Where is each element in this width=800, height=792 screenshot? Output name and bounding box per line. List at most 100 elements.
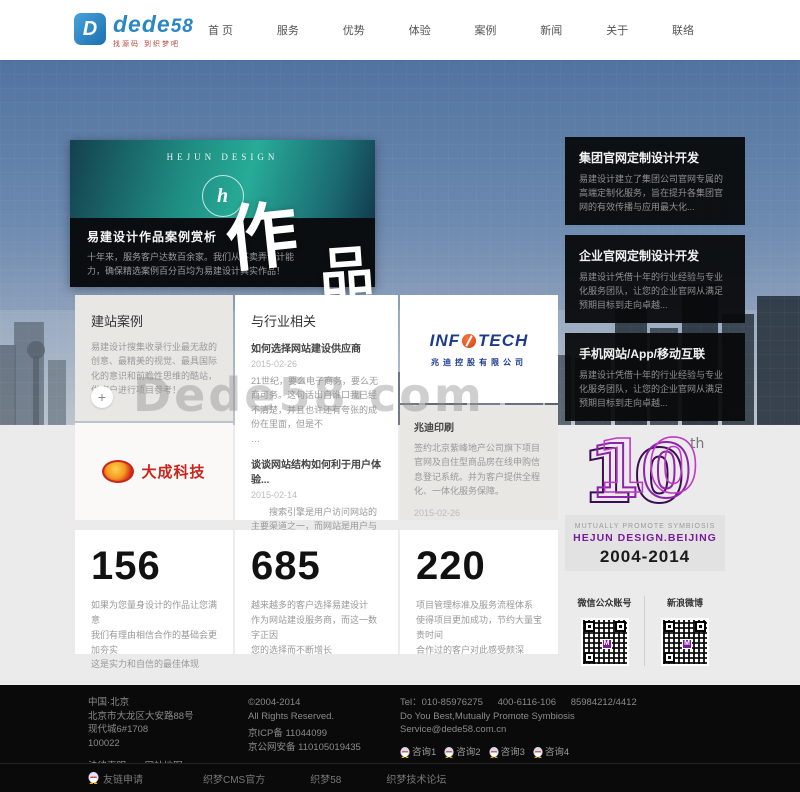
signing-news-card: 兆迪印刷 签约北京紫峰地产公司旗下项目官网及自住型商品房在线申购信息登记系统。并… xyxy=(400,405,558,520)
stat-line: 合作过的客户对此感受颇深 xyxy=(416,643,542,658)
nav-item-experience[interactable]: 体验 xyxy=(409,22,431,38)
anniversary-brand: HEJUN DESIGN.BEIJING xyxy=(565,532,725,544)
tel-number: Tel：010-85976275 xyxy=(400,697,483,708)
anniversary-slogan: MUTUALLY PROMOTE SYMBIOSIS xyxy=(565,523,725,530)
icp-line[interactable]: 京ICP备 11044099 xyxy=(248,727,361,741)
featured-title[interactable]: 易建设计作品案例赏析 xyxy=(87,228,358,245)
dede-tech-forum-link[interactable]: 织梦技术论坛 xyxy=(386,771,446,786)
service-panel-group-site[interactable]: 集团官网定制设计开发 易建设计建立了集团公司官网专属的高端定制化服务，旨在提升各… xyxy=(565,137,745,225)
signing-desc: 签约北京紫峰地产公司旗下项目官网及自住型商品房在线申购信息登记系统。并为客户提供… xyxy=(414,441,544,499)
wechat-qr-block: 微信公众账号 M xyxy=(565,596,645,666)
signing-date: 2015-02-26 xyxy=(414,508,544,518)
panel-title: 集团官网定制设计开发 xyxy=(579,149,731,166)
featured-caption: 易建设计作品案例赏析 十年来，服务客户达数百余家。我们从不卖弄设计能力，确保精选… xyxy=(70,218,375,287)
nav-item-home[interactable]: 首 页 xyxy=(208,22,233,38)
signing-title[interactable]: 兆迪印刷 xyxy=(414,419,544,434)
panel-title: 手机网站/App/移动互联 xyxy=(579,345,731,362)
cases-more-button[interactable]: + xyxy=(91,386,113,408)
tel-line: Tel：010-85976275 400-6116-106 85984212/4… xyxy=(400,696,649,710)
consult-label: 咨询2 xyxy=(456,746,480,760)
featured-showcase-card[interactable]: HEJUN DESIGN h 作 品 易建设计作品案例赏析 十年来，服务客户达数… xyxy=(70,140,375,287)
news-section-title: 与行业相关 xyxy=(251,311,382,330)
friend-link-apply[interactable]: 友链申请 xyxy=(88,771,143,786)
stat-line: 如果为您量身设计的作品让您满意 xyxy=(91,598,217,628)
qq-consult-row: 咨询1 咨询2 咨询3 咨询4 xyxy=(400,746,649,760)
news-headline[interactable]: 如何选择网站建设供应商 xyxy=(251,340,382,355)
stat-line: 使得项目更加成功，节约大量宝贵时间 xyxy=(416,613,542,643)
featured-cover: HEJUN DESIGN h xyxy=(70,140,375,218)
news-ellipsis: … xyxy=(251,434,382,444)
infotech-part2: TECH xyxy=(478,331,528,351)
qq-penguin-icon xyxy=(88,772,99,784)
stat-value: 685 xyxy=(251,546,382,586)
stat-value: 156 xyxy=(91,546,217,586)
dedecms-official-link[interactable]: 织梦CMS官方 xyxy=(203,771,265,786)
client-logo-infotech[interactable]: INF TECH 兆迪控股有限公司 xyxy=(400,295,558,403)
infotech-circle-icon xyxy=(462,334,476,348)
stat-line: 这是实力和自信的最佳体现 xyxy=(91,657,217,672)
stat-card-works: 156 如果为您量身设计的作品让您满意 我们有理由相信合作的基础会更加夯实 这是… xyxy=(75,530,233,654)
panel-desc: 易建设计建立了集团公司官网专属的高端定制化服务，旨在提升各集团官网的有效传播与应… xyxy=(579,173,731,215)
qr-section: 微信公众账号 M 新浪微博 M xyxy=(565,596,725,666)
news-headline[interactable]: 谈谈网站结构如何利于用户体验... xyxy=(251,456,382,486)
consult-label: 咨询3 xyxy=(501,746,525,760)
weibo-label: 新浪微博 xyxy=(667,596,703,609)
qq-penguin-icon xyxy=(489,747,499,758)
qq-penguin-icon xyxy=(400,747,410,758)
page: D dede58 找源码 到织梦吧 首 页 服务 优势 体验 案例 新闻 关于 … xyxy=(0,0,800,792)
logo-name-b: 58 xyxy=(171,16,194,37)
news-date: 2015-02-26 xyxy=(251,359,382,369)
hejun-circle-logo-icon: h xyxy=(202,175,244,217)
dacheng-logo: 大成科技 xyxy=(102,460,205,483)
nav-item-contact[interactable]: 联络 xyxy=(672,22,694,38)
footer-slogan: Do You Best,Mutually Promote Symbiosis xyxy=(400,710,649,724)
infotech-logo: INF TECH xyxy=(430,331,529,351)
panel-title: 企业官网定制设计开发 xyxy=(579,247,731,264)
copyright-line: All Rights Reserved. xyxy=(248,710,361,724)
nav-item-services[interactable]: 服务 xyxy=(277,22,299,38)
featured-desc: 十年来，服务客户达数百余家。我们从不卖弄设计能力，确保精选案例百分百均为易建设计… xyxy=(87,251,302,279)
panel-desc: 易建设计凭借十年的行业经验与专业化服务团队，让您的企业官网从满足预期目标到走向卓… xyxy=(579,271,731,313)
logo-text: dede58 找源码 到织梦吧 xyxy=(113,13,194,49)
qr-center-logo: M xyxy=(682,639,692,649)
stat-card-projects: 220 项目管理标准及服务流程体系 使得项目更加成功，节约大量宝贵时间 合作过的… xyxy=(400,530,558,654)
anniv-number-outline: 10 xyxy=(596,426,699,510)
cases-title: 建站案例 xyxy=(91,311,217,330)
footer-email[interactable]: Service@dede58.com.cn xyxy=(400,723,649,737)
stat-card-clients: 685 越来越多的客户选择易建设计 作为网站建设服务商，而这一数字正因 您的选择… xyxy=(235,530,398,654)
qq-consult-4[interactable]: 咨询4 xyxy=(533,746,569,760)
hejun-glyph: h xyxy=(217,185,228,208)
weibo-qr-block: 新浪微博 M xyxy=(645,596,725,666)
infotech-part1: INF xyxy=(430,331,460,351)
tel-number: 400-6116-106 xyxy=(498,697,556,708)
client-logo-dacheng[interactable]: 大成科技 xyxy=(75,423,233,520)
service-panel-mobile[interactable]: 手机网站/App/移动互联 易建设计凭借十年的行业经验与专业化服务团队，让您的企… xyxy=(565,333,745,421)
service-panels: 集团官网定制设计开发 易建设计建立了集团公司官网专属的高端定制化服务，旨在提升各… xyxy=(565,137,745,431)
qq-consult-2[interactable]: 咨询2 xyxy=(444,746,480,760)
wechat-label: 微信公众账号 xyxy=(577,596,631,609)
consult-label: 咨询1 xyxy=(412,746,436,760)
stat-line: 越来越多的客户选择易建设计 xyxy=(251,598,382,613)
nav-item-news[interactable]: 新闻 xyxy=(540,22,562,38)
dede58-link[interactable]: 织梦58 xyxy=(310,771,341,786)
police-beian-line[interactable]: 京公网安备 110105019435 xyxy=(248,741,361,755)
nav-item-about[interactable]: 关于 xyxy=(606,22,628,38)
news-excerpt: 21世纪，要么电子商务，要么无商可务。这句话出自谁口我已经不清楚，并且也许还有夸… xyxy=(251,374,382,432)
nav-item-cases[interactable]: 案例 xyxy=(474,22,496,38)
stat-line: 您的选择而不断增长 xyxy=(251,643,382,658)
qq-consult-3[interactable]: 咨询3 xyxy=(489,746,525,760)
stat-line: 作为网站建设服务商，而这一数字正因 xyxy=(251,613,382,643)
qq-consult-1[interactable]: 咨询1 xyxy=(400,746,436,760)
tel-number: 85984212/4412 xyxy=(571,697,637,708)
dacheng-ellipse-icon xyxy=(102,460,134,483)
footer-contact-col: Tel：010-85976275 400-6116-106 85984212/4… xyxy=(400,696,649,759)
cases-card: 建站案例 易建设计搜集收录行业最无敌的创意、最精美的视觉、最具国际化的意识和前瞻… xyxy=(75,295,233,421)
footer-address-line: 中国·北京 xyxy=(88,696,199,710)
nav-item-advantages[interactable]: 优势 xyxy=(343,22,365,38)
news-item: 如何选择网站建设供应商 2015-02-26 21世纪，要么电子商务，要么无商可… xyxy=(251,340,382,444)
footer-address-line: 北京市大龙区大安路88号 xyxy=(88,710,199,724)
logo-name: dede58 xyxy=(113,13,194,38)
site-logo[interactable]: D dede58 找源码 到织梦吧 xyxy=(74,13,194,49)
service-panel-corporate-site[interactable]: 企业官网定制设计开发 易建设计凭借十年的行业经验与专业化服务团队，让您的企业官网… xyxy=(565,235,745,323)
anniversary-years: 2004-2014 xyxy=(565,547,725,567)
